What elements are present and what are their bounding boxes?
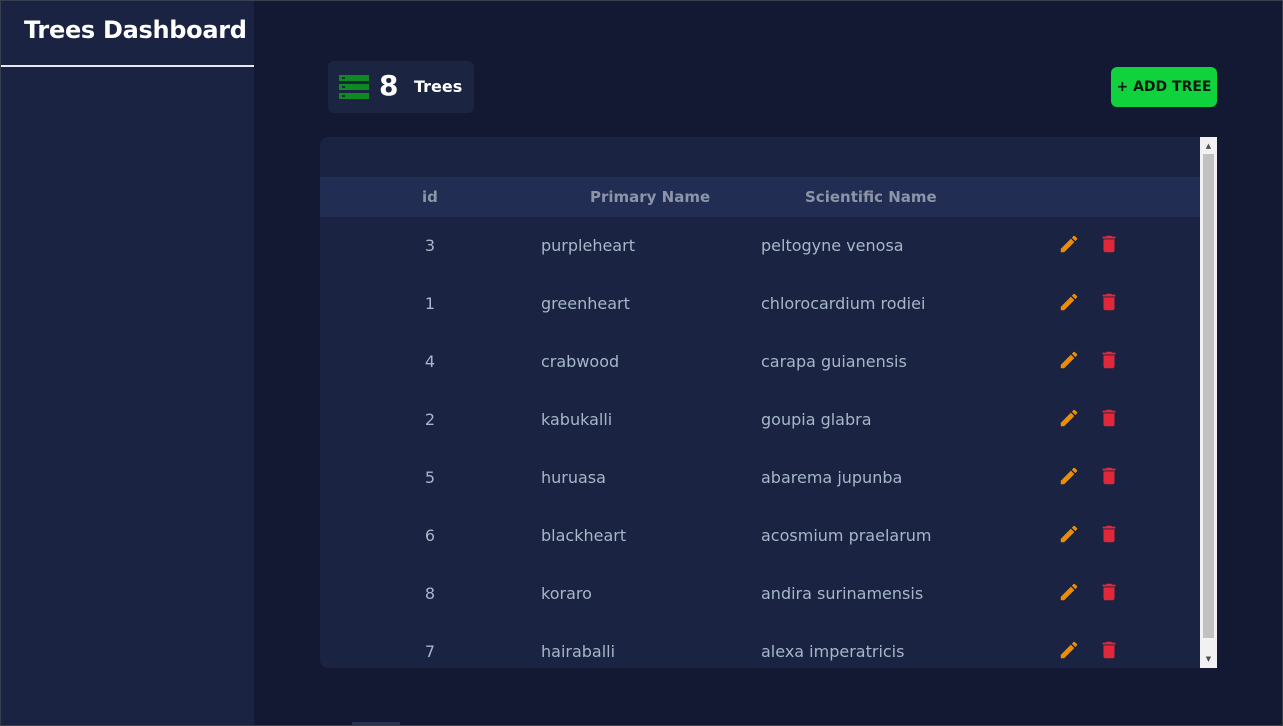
- delete-tree-button[interactable]: [1098, 581, 1120, 603]
- add-tree-button[interactable]: + ADD TREE: [1111, 67, 1217, 107]
- table-row: 8 koraro andira surinamensis: [320, 581, 1200, 642]
- trash-icon: [1102, 351, 1116, 369]
- pencil-icon: [1060, 641, 1078, 659]
- cell-scientific-name: alexa imperatricis: [761, 642, 905, 661]
- edit-tree-button[interactable]: [1058, 523, 1080, 545]
- pencil-icon: [1060, 467, 1078, 485]
- tree-count-label: Trees: [414, 77, 463, 96]
- server-stack-icon: [339, 75, 369, 99]
- cell-scientific-name: abarema jupunba: [761, 468, 903, 487]
- cell-scientific-name: carapa guianensis: [761, 352, 907, 371]
- cell-scientific-name: chlorocardium rodiei: [761, 294, 926, 313]
- delete-tree-button[interactable]: [1098, 407, 1120, 429]
- table-row: 6 blackheart acosmium praelarum: [320, 523, 1200, 584]
- delete-tree-button[interactable]: [1098, 233, 1120, 255]
- pencil-icon: [1060, 409, 1078, 427]
- edit-tree-button[interactable]: [1058, 349, 1080, 371]
- scroll-up-arrow-icon[interactable]: ▲: [1200, 139, 1217, 153]
- cell-id: 1: [424, 294, 436, 313]
- column-header-scientific-name[interactable]: Scientific Name: [805, 188, 937, 206]
- table-row: 7 hairaballi alexa imperatricis: [320, 639, 1200, 668]
- cell-scientific-name: peltogyne venosa: [761, 236, 904, 255]
- trash-icon: [1102, 235, 1116, 253]
- edit-tree-button[interactable]: [1058, 465, 1080, 487]
- scroll-thumb[interactable]: [1203, 154, 1214, 638]
- cell-primary-name: greenheart: [541, 294, 630, 313]
- delete-tree-button[interactable]: [1098, 291, 1120, 313]
- column-header-id[interactable]: id: [422, 188, 438, 206]
- cell-id: 2: [424, 410, 436, 429]
- pencil-icon: [1060, 235, 1078, 253]
- edit-tree-button[interactable]: [1058, 639, 1080, 661]
- edit-tree-button[interactable]: [1058, 407, 1080, 429]
- cell-primary-name: blackheart: [541, 526, 627, 545]
- table-row: 4 crabwood carapa guianensis: [320, 349, 1200, 410]
- edit-tree-button[interactable]: [1058, 581, 1080, 603]
- table-row: 5 huruasa abarema jupunba: [320, 465, 1200, 526]
- edit-tree-button[interactable]: [1058, 291, 1080, 313]
- cell-id: 5: [424, 468, 436, 487]
- cell-primary-name: huruasa: [541, 468, 606, 487]
- cell-id: 7: [424, 642, 436, 661]
- pencil-icon: [1060, 351, 1078, 369]
- trash-icon: [1102, 525, 1116, 543]
- pencil-icon: [1060, 525, 1078, 543]
- cell-primary-name: hairaballi: [541, 642, 616, 661]
- tree-count-card: 8 Trees: [328, 61, 474, 113]
- cell-scientific-name: acosmium praelarum: [761, 526, 932, 545]
- table-row: 2 kabukalli goupia glabra: [320, 407, 1200, 468]
- cell-id: 8: [424, 584, 436, 603]
- table-header: id Primary Name Scientific Name: [320, 177, 1200, 217]
- trees-table: id Primary Name Scientific Name 3 purpleh…: [320, 137, 1217, 668]
- sidebar: Trees Dashboard: [1, 1, 254, 725]
- cell-primary-name: kabukalli: [541, 410, 613, 429]
- cell-id: 3: [424, 236, 436, 255]
- pencil-icon: [1060, 293, 1078, 311]
- delete-tree-button[interactable]: [1098, 349, 1120, 371]
- tree-count: 8: [379, 69, 399, 102]
- horizontal-scroll-stub: [352, 722, 400, 726]
- column-header-primary-name[interactable]: Primary Name: [590, 188, 710, 206]
- cell-scientific-name: andira surinamensis: [761, 584, 924, 603]
- cell-primary-name: purpleheart: [541, 236, 635, 255]
- delete-tree-button[interactable]: [1098, 465, 1120, 487]
- cell-primary-name: crabwood: [541, 352, 620, 371]
- trash-icon: [1102, 641, 1116, 659]
- cell-primary-name: koraro: [541, 584, 592, 603]
- cell-scientific-name: goupia glabra: [761, 410, 872, 429]
- table-row: 3 purpleheart peltogyne venosa: [320, 233, 1200, 294]
- cell-id: 6: [424, 526, 436, 545]
- delete-tree-button[interactable]: [1098, 639, 1120, 661]
- trash-icon: [1102, 467, 1116, 485]
- trash-icon: [1102, 583, 1116, 601]
- scroll-down-arrow-icon[interactable]: ▼: [1200, 652, 1217, 666]
- trash-icon: [1102, 409, 1116, 427]
- table-scrollbar[interactable]: ▲ ▼: [1200, 137, 1217, 668]
- app-title: Trees Dashboard: [1, 1, 254, 67]
- edit-tree-button[interactable]: [1058, 233, 1080, 255]
- cell-id: 4: [424, 352, 436, 371]
- delete-tree-button[interactable]: [1098, 523, 1120, 545]
- pencil-icon: [1060, 583, 1078, 601]
- trash-icon: [1102, 293, 1116, 311]
- table-row: 1 greenheart chlorocardium rodiei: [320, 291, 1200, 352]
